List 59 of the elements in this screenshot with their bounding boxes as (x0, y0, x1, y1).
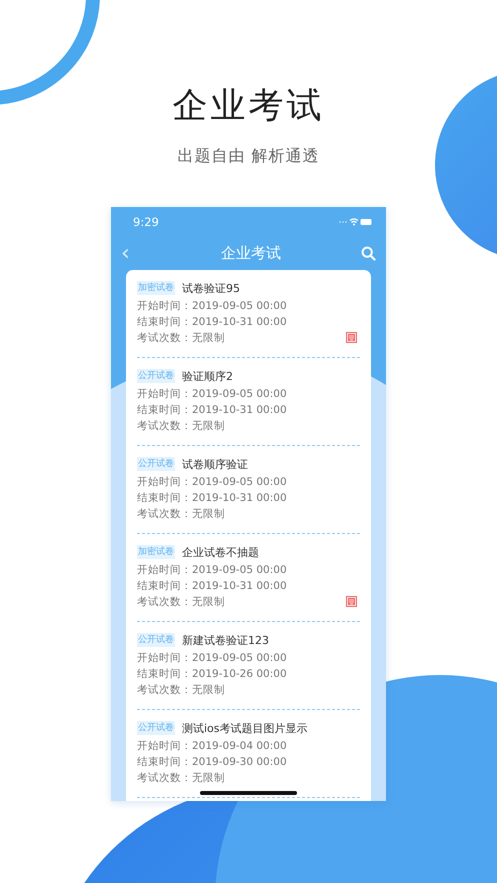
exam-tag: 公开试卷 (137, 721, 175, 735)
exam-title[interactable]: 验证顺序2 (182, 368, 233, 384)
end-time: 2019-10-31 00:00 (192, 491, 287, 506)
exam-tag: 公开试卷 (137, 369, 175, 383)
exam-title[interactable]: 试卷顺序验证 (182, 456, 248, 472)
exam-row[interactable]: 加密试卷 试卷验证95 开始时间：2019-09-05 00:00 结束时间：2019-10-31 00:00 考试次数：无限制 (137, 280, 360, 358)
count-label: 考试次数： (137, 507, 192, 522)
exam-row[interactable]: 公开试卷 验证顺序2 开始时间：2019-09-05 00:00 结束时间：2019-10-31 00:00 考试次数：无限制 (137, 368, 360, 446)
exam-title[interactable]: 新建试卷验证123 (182, 632, 269, 648)
end-time: 2019-09-30 00:00 (192, 755, 287, 770)
exam-row[interactable]: 公开试卷 新建试卷验证123 开始时间：2019-09-05 00:00 结束时间：2019-10-26 00:00 考试次数：无限制 (137, 632, 360, 710)
attempt-count: 无限制 (192, 683, 225, 698)
count-label: 考试次数： (137, 419, 192, 434)
start-time: 2019-09-05 00:00 (192, 299, 287, 314)
start-label: 开始时间： (137, 299, 192, 314)
end-time: 2019-10-31 00:00 (192, 579, 287, 594)
end-label: 结束时间： (137, 667, 192, 682)
start-label: 开始时间： (137, 475, 192, 490)
attempt-count: 无限制 (192, 507, 225, 522)
end-time: 2019-10-31 00:00 (192, 315, 287, 330)
start-time: 2019-09-04 00:00 (192, 739, 287, 754)
end-label: 结束时间： (137, 755, 192, 770)
exam-row[interactable]: 公开试卷 试卷顺序验证 开始时间：2019-09-05 00:00 结束时间：2019-10-31 00:00 考试次数：无限制 (137, 456, 360, 534)
start-label: 开始时间： (137, 651, 192, 666)
subtitle: 出题自由 解析通透 (177, 146, 320, 167)
exam-row[interactable]: 加密试卷 企业试卷不抽题 开始时间：2019-09-05 00:00 结束时间：2019-10-31 00:00 考试次数：无限制 (137, 544, 360, 622)
start-label: 开始时间： (137, 563, 192, 578)
status-icons (338, 217, 372, 227)
end-time: 2019-10-26 00:00 (192, 667, 287, 682)
count-label: 考试次数： (137, 331, 192, 346)
attempt-count: 无限制 (192, 771, 225, 786)
exam-title[interactable]: 测试ios考试题目图片显示 (182, 720, 308, 736)
count-label: 考试次数： (137, 595, 192, 610)
status-time: 9:29 (133, 215, 159, 229)
start-label: 开始时间： (137, 739, 192, 754)
start-time: 2019-09-05 00:00 (192, 387, 287, 402)
start-time: 2019-09-05 00:00 (192, 651, 287, 666)
count-label: 考试次数： (137, 771, 192, 786)
attempt-count: 无限制 (192, 595, 225, 610)
exam-tag: 加密试卷 (137, 281, 175, 295)
count-label: 考试次数： (137, 683, 192, 698)
exam-tag: 加密试卷 (137, 545, 175, 559)
attempt-count: 无限制 (192, 419, 225, 434)
end-label: 结束时间： (137, 315, 192, 330)
end-label: 结束时间： (137, 579, 192, 594)
search-icon[interactable] (361, 246, 376, 261)
exam-title[interactable]: 试卷验证95 (182, 280, 240, 296)
end-label: 结束时间： (137, 491, 192, 506)
start-time: 2019-09-05 00:00 (192, 475, 287, 490)
nav-title: 企业考试 (221, 244, 281, 263)
attempt-count: 无限制 (192, 331, 225, 346)
exam-tag: 公开试卷 (137, 457, 175, 471)
end-time: 2019-10-31 00:00 (192, 403, 287, 418)
headline: 企业考试 (172, 85, 324, 128)
end-label: 结束时间： (137, 403, 192, 418)
exam-title[interactable]: 企业试卷不抽题 (182, 544, 259, 560)
start-label: 开始时间： (137, 387, 192, 402)
start-time: 2019-09-05 00:00 (192, 563, 287, 578)
exam-tag: 公开试卷 (137, 633, 175, 647)
